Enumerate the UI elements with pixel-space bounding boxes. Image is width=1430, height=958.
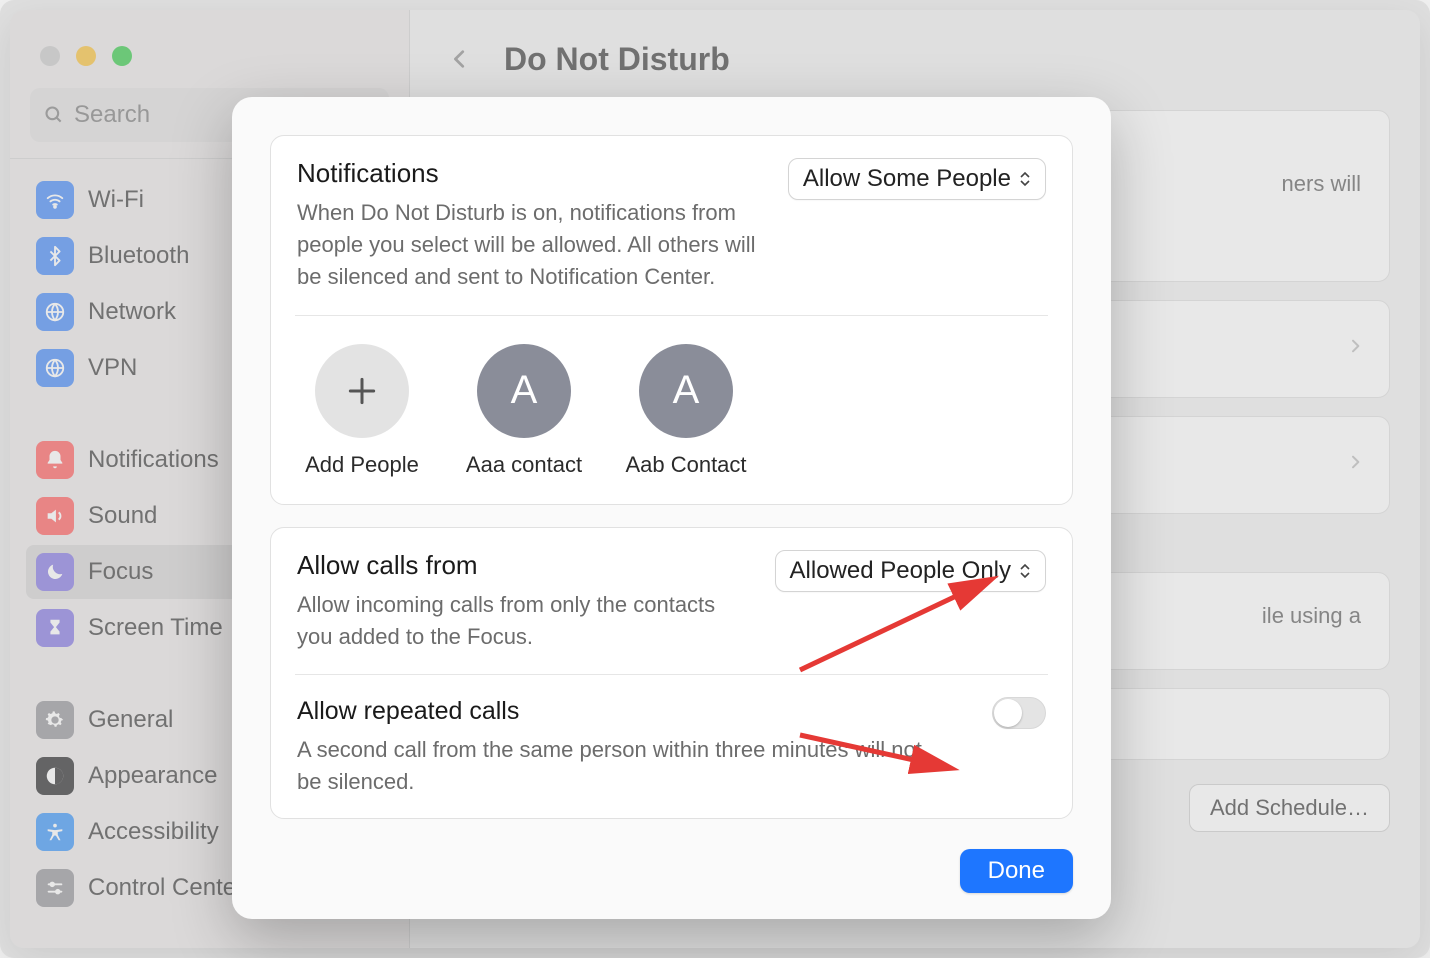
people-options-sheet: Notifications When Do Not Disturb is on,… bbox=[232, 97, 1111, 919]
allowed-person[interactable]: A Aaa contact bbox=[459, 344, 589, 478]
avatar: A bbox=[639, 344, 733, 438]
calls-title: Allow calls from bbox=[297, 550, 737, 581]
person-name: Aaa contact bbox=[466, 452, 582, 478]
repeated-calls-description: A second call from the same person withi… bbox=[297, 734, 937, 798]
notifications-card: Notifications When Do Not Disturb is on,… bbox=[270, 135, 1073, 505]
repeated-calls-title: Allow repeated calls bbox=[297, 697, 937, 726]
allowed-person[interactable]: A Aab Contact bbox=[621, 344, 751, 478]
calls-card: Allow calls from Allow incoming calls fr… bbox=[270, 527, 1073, 820]
allowed-people-row: Add People A Aaa contactA Aab Contact bbox=[297, 338, 1046, 478]
calls-description: Allow incoming calls from only the conta… bbox=[297, 589, 737, 653]
repeated-calls-toggle[interactable] bbox=[992, 697, 1046, 729]
avatar: A bbox=[477, 344, 571, 438]
updown-icon bbox=[1019, 171, 1031, 187]
person-name: Aab Contact bbox=[625, 452, 746, 478]
notifications-select[interactable]: Allow Some People bbox=[788, 158, 1046, 200]
add-people-button[interactable]: Add People bbox=[297, 344, 427, 478]
notifications-title: Notifications bbox=[297, 158, 764, 189]
calls-select[interactable]: Allowed People Only bbox=[775, 550, 1046, 592]
updown-icon bbox=[1019, 563, 1031, 579]
done-button[interactable]: Done bbox=[960, 849, 1073, 893]
notifications-description: When Do Not Disturb is on, notifications… bbox=[297, 197, 764, 293]
plus-icon bbox=[315, 344, 409, 438]
